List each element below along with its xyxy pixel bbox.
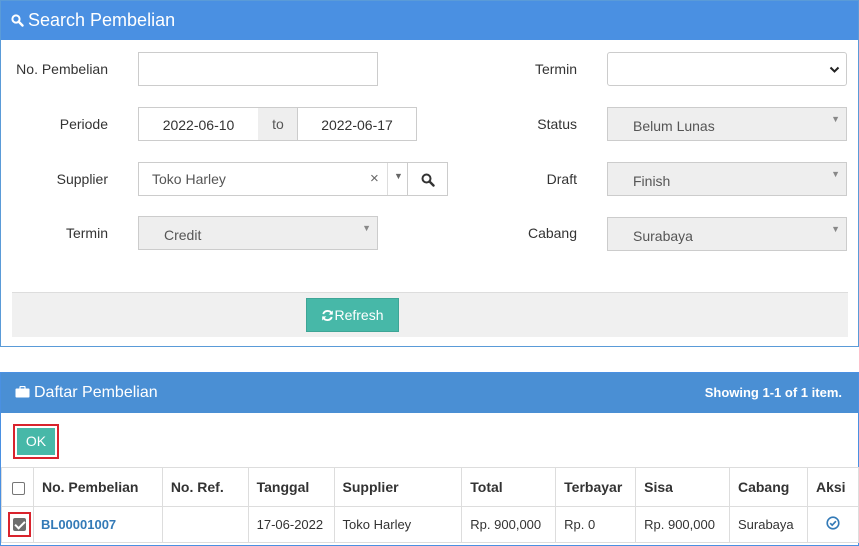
chevron-down-icon: ▼	[831, 114, 840, 124]
pembelian-table: No. Pembelian No. Ref. Tanggal Supplier …	[1, 467, 859, 543]
label-no-pembelian: No. Pembelian	[16, 61, 108, 77]
search-footer	[12, 292, 848, 337]
date-range-separator: to	[258, 107, 298, 141]
list-panel-title: Daftar Pembelian	[34, 384, 158, 401]
select-all-checkbox[interactable]	[12, 481, 25, 495]
refresh-button[interactable]: Refresh	[306, 298, 399, 332]
no-pembelian-input[interactable]	[138, 52, 378, 86]
no-pembelian-link[interactable]: BL00001007	[41, 517, 116, 532]
column-header[interactable]: Terbayar	[555, 467, 637, 507]
label-periode: Periode	[59, 116, 108, 132]
chevron-down-icon: ▼	[362, 223, 371, 233]
cell-aksi	[806, 506, 859, 543]
supplier-select[interactable]: Toko Harley × ▼	[138, 162, 408, 196]
column-header[interactable]: Cabang	[728, 467, 808, 507]
row-select-cell	[1, 506, 34, 543]
date-from-input[interactable]: 2022-06-10	[138, 107, 259, 141]
refresh-icon	[321, 301, 334, 333]
column-header[interactable]: No. Pembelian	[32, 467, 163, 507]
label-status: Status	[537, 116, 577, 132]
supplier-search-button[interactable]	[407, 162, 448, 196]
date-to-input[interactable]: 2022-06-17	[297, 107, 417, 141]
termin-right-select[interactable]	[607, 52, 847, 86]
label-termin-right: Termin	[534, 61, 577, 77]
search-icon	[421, 173, 435, 190]
cell-supplier: Toko Harley	[333, 506, 463, 543]
table-header-row: No. Pembelian No. Ref. Tanggal Supplier …	[1, 467, 859, 507]
check-circle-icon[interactable]	[826, 516, 840, 533]
column-header[interactable]: Supplier	[333, 467, 463, 507]
label-supplier: Supplier	[56, 171, 108, 187]
draft-select[interactable]: Finish ▼	[607, 162, 847, 196]
search-panel-header: Search Pembelian	[1, 1, 858, 40]
cell-terbayar: Rp. 0	[555, 506, 637, 543]
cell-no-ref	[161, 506, 249, 543]
termin-left-select[interactable]: Credit ▼	[138, 216, 378, 250]
pagination-summary: Showing 1-1 of 1 item.	[704, 385, 842, 400]
column-header[interactable]: Total	[461, 467, 557, 507]
label-cabang: Cabang	[527, 225, 577, 241]
search-panel: Search Pembelian No. Pembelian Periode S…	[0, 0, 859, 347]
row-checkbox-highlight	[8, 512, 31, 537]
chevron-down-icon	[829, 62, 840, 78]
refresh-label: Refresh	[334, 307, 384, 323]
chevron-down-icon: ▼	[831, 224, 840, 234]
search-icon	[11, 2, 24, 41]
briefcase-icon	[15, 374, 30, 414]
cell-cabang: Surabaya	[728, 506, 808, 543]
chevron-down-icon[interactable]: ▼	[394, 171, 403, 181]
ok-button-highlight: OK	[13, 424, 59, 459]
column-header[interactable]: Tanggal	[247, 467, 335, 507]
label-draft: Draft	[546, 171, 577, 187]
column-header[interactable]: No. Ref.	[161, 467, 249, 507]
row-checkbox[interactable]	[13, 518, 26, 531]
list-panel: Daftar Pembelian Showing 1-1 of 1 item. …	[0, 372, 859, 546]
select-all-cell	[1, 467, 34, 507]
clear-icon[interactable]: ×	[370, 170, 379, 187]
cell-total: Rp. 900,000	[461, 506, 557, 543]
cell-no-pembelian: BL00001007	[32, 506, 163, 543]
chevron-down-icon: ▼	[831, 169, 840, 179]
cell-tanggal: 17-06-2022	[247, 506, 335, 543]
status-select[interactable]: Belum Lunas ▼	[607, 107, 847, 141]
cell-sisa: Rp. 900,000	[635, 506, 730, 543]
column-header[interactable]: Sisa	[635, 467, 730, 507]
label-termin-left: Termin	[65, 225, 108, 241]
search-panel-title: Search Pembelian	[28, 10, 176, 30]
column-header: Aksi	[806, 467, 859, 507]
table-row: BL00001007 17-06-2022 Toko Harley Rp. 90…	[1, 506, 859, 543]
cabang-select[interactable]: Surabaya ▼	[607, 217, 847, 251]
list-panel-header: Daftar Pembelian Showing 1-1 of 1 item.	[1, 373, 858, 413]
ok-button[interactable]: OK	[17, 428, 55, 455]
dropdown-divider	[387, 163, 388, 195]
